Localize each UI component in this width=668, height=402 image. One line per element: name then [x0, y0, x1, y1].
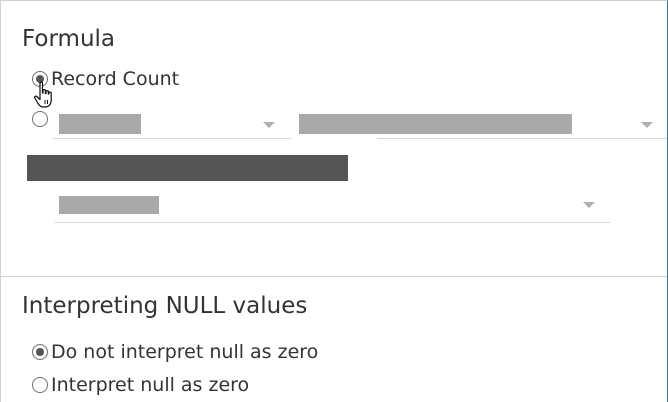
interpret-null-label: Interpret null as zero — [51, 374, 250, 396]
chevron-down-icon — [583, 202, 595, 208]
interpret-null-radio[interactable] — [32, 377, 48, 393]
record-count-option[interactable]: Record Count — [32, 68, 179, 90]
aggregate-function-dropdown[interactable] — [53, 109, 291, 139]
custom-formula-radio[interactable] — [32, 111, 48, 127]
formula-title: Formula — [22, 26, 115, 52]
secondary-dropdown[interactable] — [55, 193, 610, 223]
chevron-down-icon — [263, 122, 275, 128]
redacted-value — [59, 196, 159, 214]
formula-section: Formula Record Count — [1, 1, 667, 277]
redacted-label — [27, 155, 348, 181]
aggregation-settings-panel: Formula Record Count Interpreting NULL v… — [0, 0, 668, 402]
chevron-down-icon — [641, 122, 653, 128]
redacted-value — [299, 114, 572, 134]
do-not-interpret-null-radio[interactable] — [32, 344, 48, 360]
do-not-interpret-null-label: Do not interpret null as zero — [51, 341, 319, 363]
record-count-label: Record Count — [51, 68, 180, 90]
null-values-title: Interpreting NULL values — [22, 293, 308, 319]
interpret-null-option[interactable]: Interpret null as zero — [32, 374, 249, 396]
field-dropdown[interactable] — [297, 109, 667, 139]
record-count-radio[interactable] — [32, 71, 48, 87]
do-not-interpret-null-option[interactable]: Do not interpret null as zero — [32, 341, 318, 363]
redacted-value — [59, 114, 141, 134]
custom-formula-option[interactable] — [32, 111, 48, 127]
